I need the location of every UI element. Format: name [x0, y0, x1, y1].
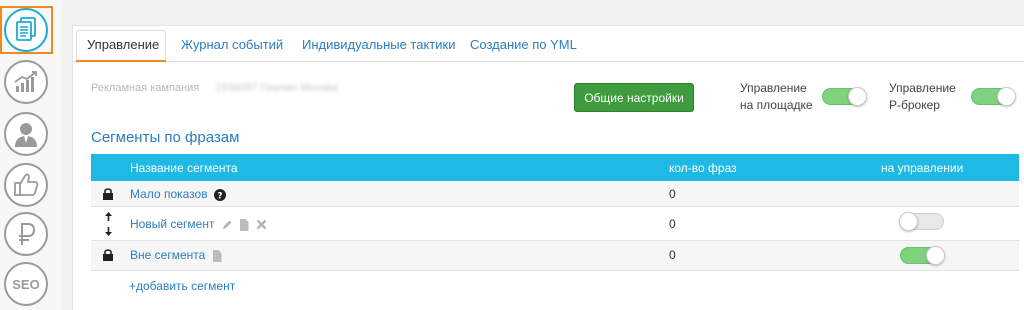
segment-managed-toggle[interactable]: [900, 246, 945, 265]
platform-toggle-label: Управление на площадке: [740, 80, 813, 114]
ruble-icon[interactable]: [4, 212, 48, 256]
column-header-managed: на управлении: [881, 161, 964, 175]
seo-icon[interactable]: SEO: [4, 262, 48, 306]
column-header-name: Название сегмента: [130, 161, 238, 175]
table-header: Название сегмента кол-во фраз на управле…: [91, 154, 1019, 181]
broker-management-toggle[interactable]: [971, 87, 1016, 106]
tab-individual-tactics[interactable]: Индивидуальные тактики: [302, 37, 455, 52]
platform-toggle-label-line1: Управление: [740, 81, 807, 95]
main-panel: Управление Журнал событий Индивидуальные…: [72, 25, 1024, 310]
copy-icon[interactable]: [212, 249, 222, 262]
phrase-count: 0: [669, 217, 676, 231]
platform-toggle-label-line2: на площадке: [740, 98, 813, 112]
platform-management-toggle[interactable]: [822, 87, 867, 106]
phrase-count: 0: [669, 187, 676, 201]
tab-event-log[interactable]: Журнал событий: [181, 37, 283, 52]
table-row: Мало показов ? 0: [91, 181, 1019, 207]
move-arrows-icon[interactable]: [104, 212, 113, 236]
seo-icon-label: SEO: [12, 276, 40, 292]
segment-name[interactable]: Вне сегмента: [130, 248, 205, 262]
thumbs-up-icon[interactable]: [4, 163, 48, 207]
campaign-name: 1936057 Гиалин Москва: [215, 82, 338, 94]
segment-name-link[interactable]: Вне сегмента: [130, 248, 222, 262]
general-settings-button[interactable]: Общие настройки: [574, 83, 694, 112]
toggle-knob: [848, 87, 867, 106]
chart-growth-icon[interactable]: [4, 60, 48, 104]
tab-bar: Управление Журнал событий Индивидуальные…: [73, 26, 1024, 63]
delete-icon[interactable]: [256, 219, 267, 230]
table-row: Вне сегмента 0: [91, 241, 1019, 271]
broker-toggle-label-line2: Р-брокер: [889, 98, 940, 112]
toggle-knob: [997, 87, 1016, 106]
toggle-knob: [899, 212, 918, 231]
tab-yml-creation[interactable]: Создание по YML: [470, 37, 577, 52]
edit-icon[interactable]: [221, 219, 233, 231]
left-nav-rail: SEO: [0, 0, 62, 310]
segment-name[interactable]: Новый сегмент: [130, 217, 214, 231]
segment-name-link[interactable]: Новый сегмент: [130, 217, 267, 231]
section-title: Сегменты по фразам: [91, 129, 240, 146]
add-segment-link[interactable]: +добавить сегмент: [129, 279, 235, 293]
segment-managed-toggle[interactable]: [899, 212, 944, 231]
column-header-count: кол-во фраз: [669, 161, 737, 175]
toggle-knob: [926, 246, 945, 265]
segment-name-link[interactable]: Мало показов ?: [130, 187, 226, 201]
segment-name[interactable]: Мало показов: [130, 187, 208, 201]
campaign-label: Рекламная кампания: [91, 82, 200, 94]
help-icon[interactable]: ?: [213, 188, 226, 201]
broker-toggle-label: Управление Р-брокер: [889, 80, 956, 114]
broker-toggle-label-line1: Управление: [889, 81, 956, 95]
user-icon[interactable]: [4, 112, 48, 156]
copy-icon[interactable]: [239, 218, 249, 231]
lock-icon: [103, 188, 113, 200]
active-tab-underline: [76, 60, 166, 62]
lock-icon: [103, 249, 113, 261]
tab-management[interactable]: Управление: [87, 37, 159, 52]
phrase-count: 0: [669, 248, 676, 262]
table-row: Новый сегмент 0: [91, 207, 1019, 241]
svg-text:?: ?: [217, 191, 222, 201]
documents-icon[interactable]: [4, 8, 48, 52]
